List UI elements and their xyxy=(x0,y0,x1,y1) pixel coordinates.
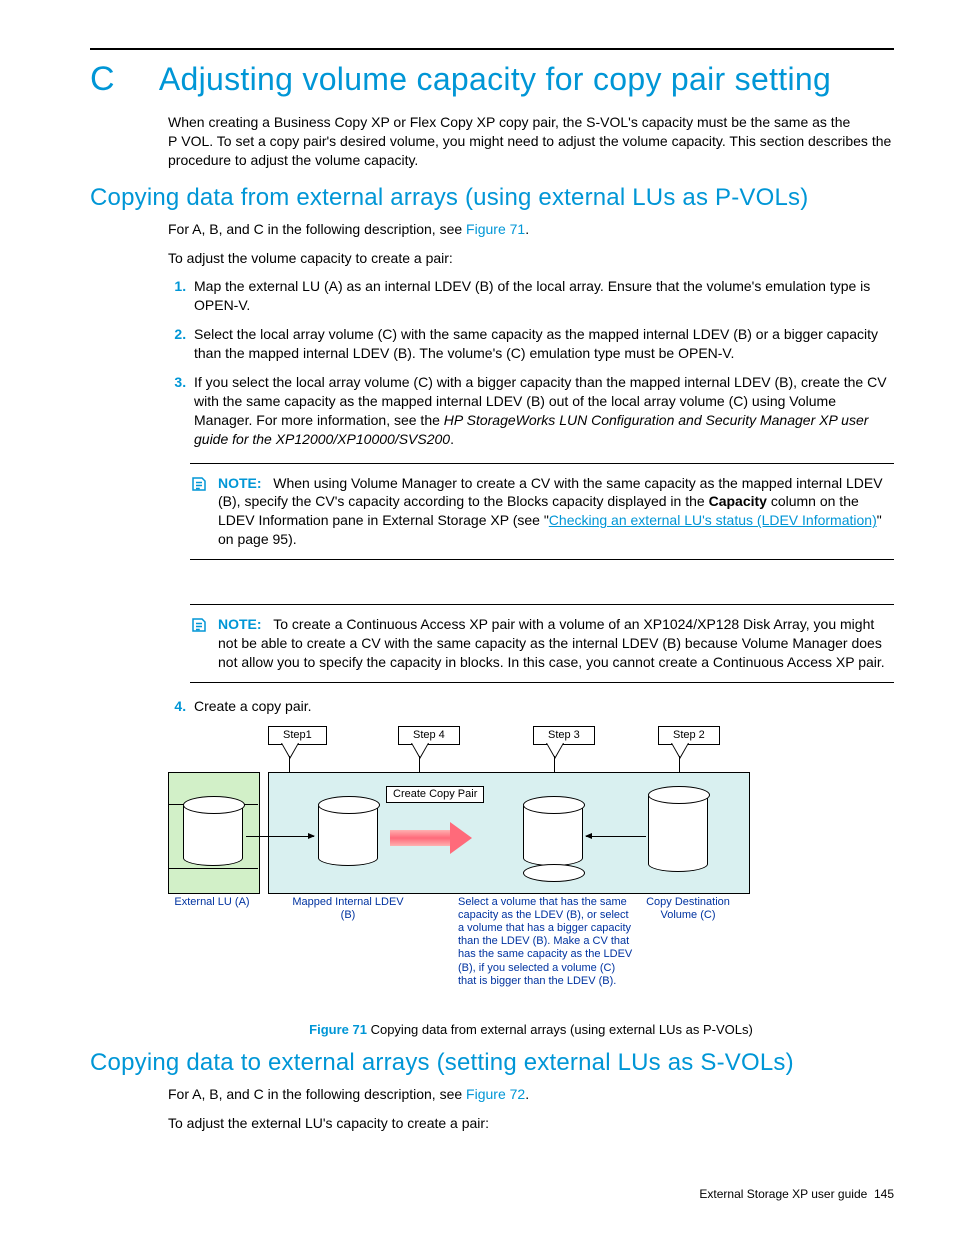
step-3: If you select the local array volume (C)… xyxy=(190,373,894,449)
page: C Adjusting volume capacity for copy pai… xyxy=(0,0,954,1235)
step-2: Select the local array volume (C) with t… xyxy=(190,325,894,363)
steps-list-cont: Create a copy pair. xyxy=(168,697,894,716)
note-label: NOTE: xyxy=(218,475,262,491)
figure-72-xref[interactable]: Figure 72 xyxy=(466,1086,525,1102)
appendix-letter: C xyxy=(90,60,115,99)
label-select-volume: Select a volume that has the same capaci… xyxy=(458,896,633,988)
section1-line1: For A, B, and C in the following descrip… xyxy=(168,220,894,239)
cylinder-b xyxy=(318,796,378,866)
section2-heading: Copying data to external arrays (setting… xyxy=(90,1049,894,1077)
cylinder-a xyxy=(183,796,243,866)
note-icon xyxy=(190,616,208,672)
cylinder-mid xyxy=(523,796,583,882)
footer: External Storage XP user guide 145 xyxy=(699,1187,894,1201)
figure-71: Step1 Step 4 Step 3 Step 2 xyxy=(168,726,894,1037)
cylinder-c xyxy=(648,786,708,872)
copy-pair-arrow xyxy=(390,822,472,854)
label-copy-dest: Copy Destination Volume (C) xyxy=(628,896,748,922)
note-label: NOTE: xyxy=(218,616,262,632)
appendix-title: Adjusting volume capacity for copy pair … xyxy=(159,61,831,98)
appendix-heading: C Adjusting volume capacity for copy pai… xyxy=(90,60,894,99)
section1-line2: To adjust the volume capacity to create … xyxy=(168,249,894,268)
note-2: NOTE: To create a Continuous Access XP p… xyxy=(190,604,894,683)
figure-71-xref[interactable]: Figure 71 xyxy=(466,221,525,237)
figure-caption: Figure 71 Copying data from external arr… xyxy=(168,1022,894,1037)
section2-line1: For A, B, and C in the following descrip… xyxy=(168,1085,894,1104)
top-rule xyxy=(90,48,894,50)
note-1: NOTE: When using Volume Manager to creat… xyxy=(190,463,894,561)
create-copy-pair-label: Create Copy Pair xyxy=(386,786,484,803)
ldev-info-link[interactable]: Checking an external LU's status (LDEV I… xyxy=(549,512,877,528)
label-mapped-ldev: Mapped Internal LDEV (B) xyxy=(288,896,408,922)
section2-line2: To adjust the external LU's capacity to … xyxy=(168,1114,894,1133)
step-1: Map the external LU (A) as an internal L… xyxy=(190,277,894,315)
step-4: Create a copy pair. xyxy=(190,697,894,716)
cv-arrow xyxy=(586,836,646,837)
intro-paragraph: When creating a Business Copy XP or Flex… xyxy=(168,113,894,170)
map-arrow xyxy=(246,836,314,837)
diagram: Step1 Step 4 Step 3 Step 2 xyxy=(168,726,868,1016)
steps-list: Map the external LU (A) as an internal L… xyxy=(168,277,894,448)
note-icon xyxy=(190,475,208,550)
section1-heading: Copying data from external arrays (using… xyxy=(90,184,894,212)
label-external-lu: External LU (A) xyxy=(162,896,262,909)
